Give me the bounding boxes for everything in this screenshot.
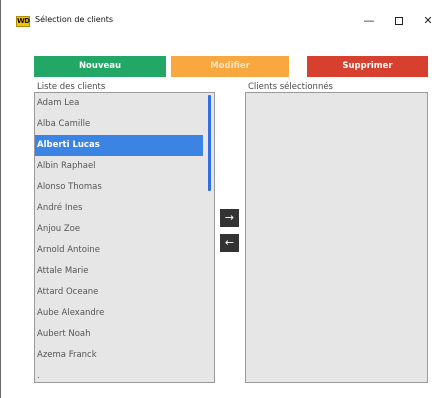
list-item[interactable]: Albin Raphael [35, 156, 203, 177]
maximize-icon [395, 17, 403, 25]
windev-app-icon: WD [16, 16, 30, 27]
list-item[interactable]: Alba Camille [35, 114, 203, 135]
client-list[interactable]: Adam Lea Alba Camille Alberti Lucas Albi… [34, 92, 215, 383]
list-item[interactable]: Alonso Thomas [35, 177, 203, 198]
list-item[interactable]: Anjou Zoe [35, 219, 203, 240]
list-item[interactable]: Arnold Antoine [35, 240, 203, 261]
close-button[interactable]: ✕ [414, 11, 437, 31]
list-item[interactable]: . [35, 366, 203, 382]
list-item-selected[interactable]: Alberti Lucas [35, 135, 203, 156]
list-item[interactable]: Aube Alexandre [35, 303, 203, 324]
list-item[interactable]: Attale Marie [35, 261, 203, 282]
list-item[interactable]: Attard Oceane [35, 282, 203, 303]
new-button[interactable]: Nouveau [34, 56, 166, 77]
list-item[interactable]: Azema Franck [35, 345, 203, 366]
delete-button[interactable]: Supprimer [307, 56, 428, 77]
client-list-label: Liste des clients [37, 82, 106, 92]
list-item[interactable]: Aubert Noah [35, 324, 203, 345]
maximize-button[interactable] [385, 11, 413, 31]
window-title: Sélection de clients [35, 15, 114, 24]
list-item[interactable]: Adam Lea [35, 93, 203, 114]
remove-from-selection-button[interactable]: ← [220, 234, 239, 252]
selected-clients-list[interactable] [245, 92, 428, 383]
title-bar: WD Sélection de clients — ✕ [1, 0, 437, 43]
list-item[interactable]: André Ines [35, 198, 203, 219]
client-selection-window: WD Sélection de clients — ✕ Nouveau Modi… [0, 0, 437, 398]
minimize-button[interactable]: — [355, 11, 383, 31]
add-to-selection-button[interactable]: → [220, 209, 239, 227]
selected-clients-label: Clients sélectionnés [248, 82, 333, 92]
client-list-scrollbar[interactable] [203, 93, 214, 382]
scrollbar-thumb[interactable] [208, 95, 211, 191]
edit-button[interactable]: Modifier [171, 56, 289, 77]
